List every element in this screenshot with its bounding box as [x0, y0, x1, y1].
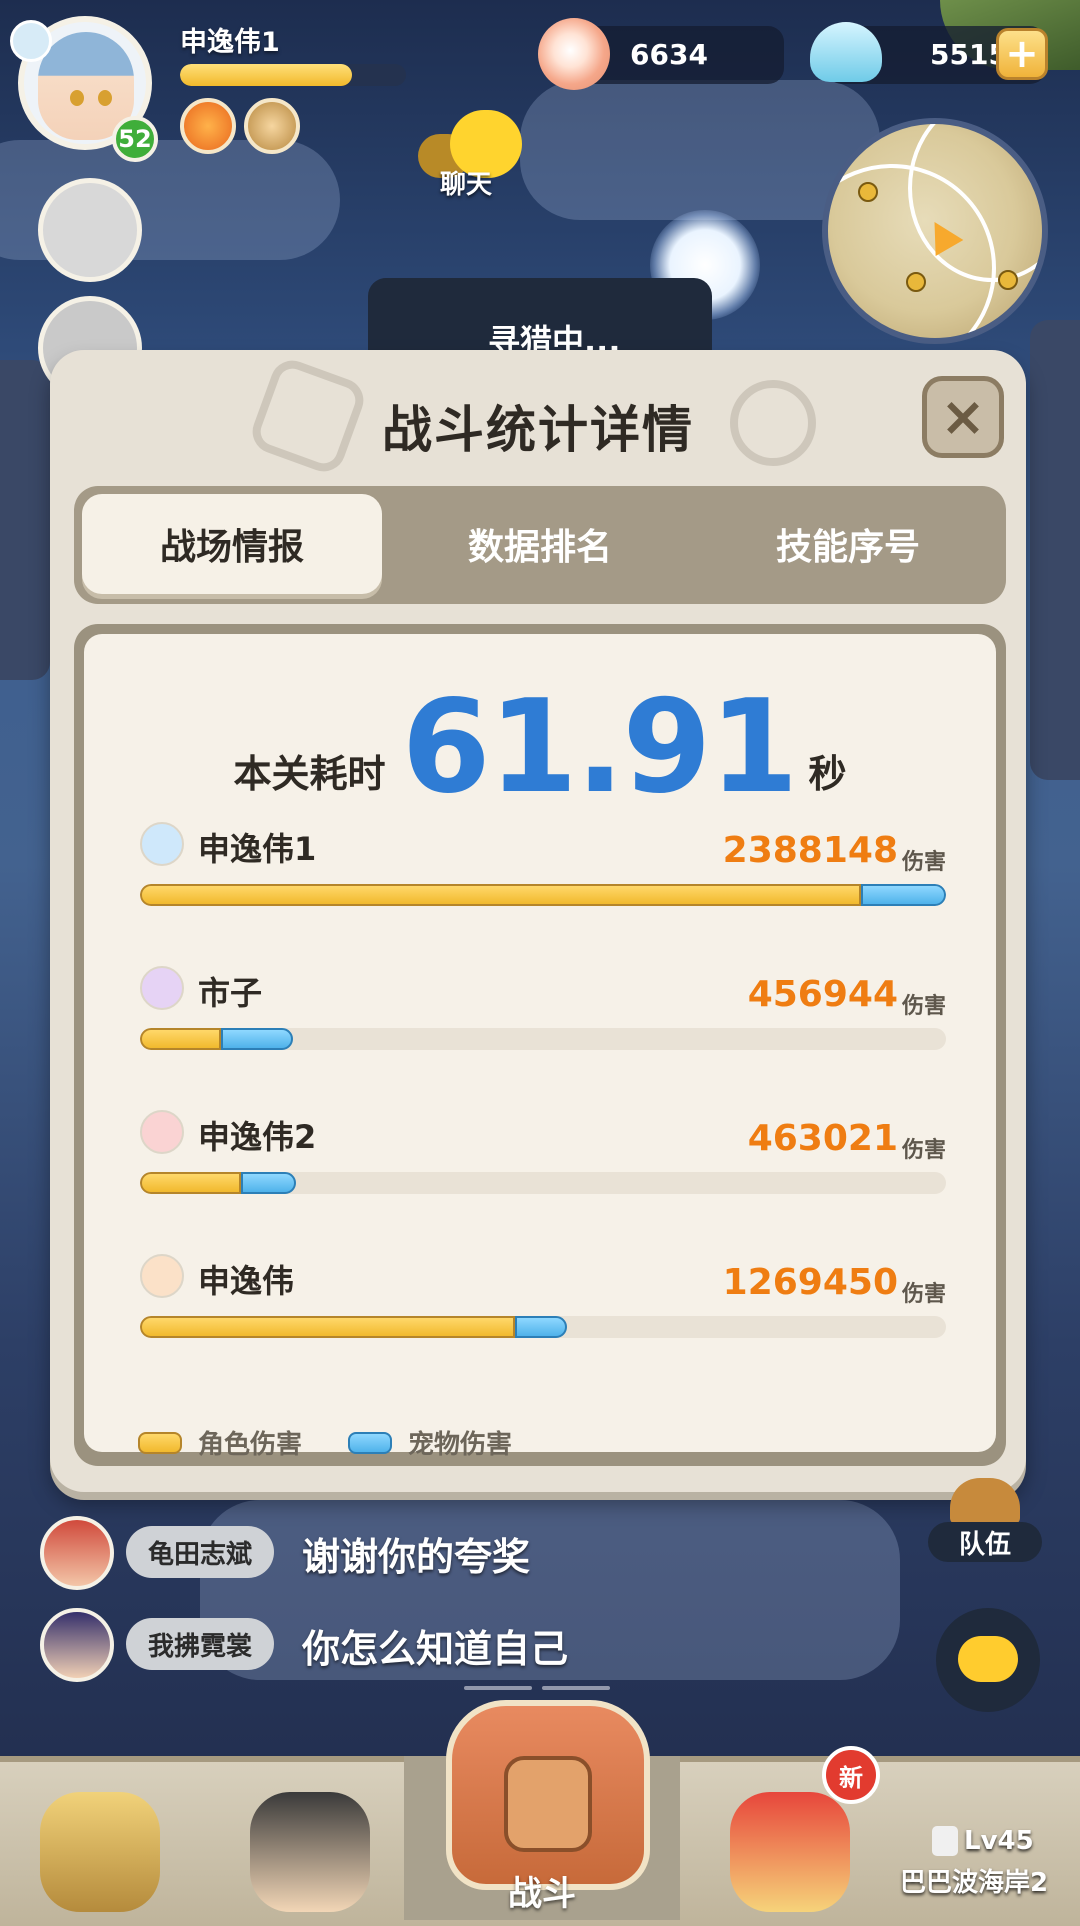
- role-damage-bar: [140, 1316, 515, 1338]
- player-name: 申逸伟: [198, 1262, 295, 1300]
- role-damage-legend-label: 角色伤害: [198, 1430, 303, 1460]
- speech-bubble-icon: [958, 1636, 1018, 1682]
- pet-damage-bar: [514, 1316, 568, 1338]
- tab-data-ranking[interactable]: 数据排名: [390, 494, 690, 594]
- exp-bar: [180, 64, 406, 86]
- avatar-eye: [98, 90, 112, 106]
- damage-bar: [140, 1316, 946, 1338]
- tab-battlefield-info[interactable]: 战场情报: [82, 494, 382, 594]
- player-damage-row: 申逸伟1 2388148 伤害: [140, 822, 946, 932]
- chat-user-name[interactable]: 我拂霓裳: [126, 1618, 275, 1670]
- pet-damage-legend-label: 宠物伤害: [408, 1430, 513, 1460]
- clear-time-value: 61.91: [401, 673, 799, 822]
- role-damage-bar: [140, 1028, 221, 1050]
- rock: [0, 360, 50, 680]
- page-indicator: [464, 1686, 532, 1690]
- battle-emblem-icon[interactable]: [446, 1700, 650, 1890]
- page-indicator: [542, 1686, 610, 1690]
- chat-user-avatar[interactable]: [40, 1516, 114, 1590]
- orb-icon: [140, 966, 184, 1010]
- tab-bar: 战场情报 数据排名 技能序号: [74, 486, 1006, 604]
- chat-button[interactable]: 聊天: [418, 108, 528, 200]
- clear-time-label: 本关耗时: [233, 752, 386, 796]
- chat-button-label: 聊天: [440, 170, 493, 200]
- chat-user-avatar[interactable]: [40, 1608, 114, 1682]
- close-button[interactable]: ×: [922, 376, 1004, 458]
- team-button[interactable]: 队伍: [928, 1478, 1042, 1562]
- player-damage-row: 申逸伟2 463021 伤害: [140, 1110, 946, 1220]
- team-icon: [950, 1478, 1020, 1524]
- battle-nav-label[interactable]: 战斗: [404, 1866, 680, 1915]
- chat-message-text: 你怎么知道自己: [302, 1627, 569, 1671]
- exp-bar-fill: [180, 64, 352, 86]
- role-damage-swatch: [138, 1431, 182, 1454]
- hunting-status-banner: 寻猎中...: [368, 278, 712, 360]
- nav-item-character[interactable]: [0, 1762, 200, 1926]
- damage-legend: 角色伤害 宠物伤害: [138, 1424, 558, 1461]
- nav-item-hero[interactable]: [210, 1762, 410, 1926]
- damage-unit: 伤害: [901, 1138, 946, 1163]
- player-name: 申逸伟2: [198, 1118, 317, 1156]
- player-name: 申逸伟1: [198, 830, 317, 868]
- quick-chat-button[interactable]: [936, 1608, 1040, 1712]
- avatar-eye: [70, 90, 84, 106]
- buff-icon[interactable]: [244, 98, 300, 154]
- role-damage-bar: [140, 884, 862, 906]
- rock: [1030, 320, 1080, 780]
- damage-bar: [140, 1172, 946, 1194]
- role-damage-bar: [140, 1172, 241, 1194]
- map-marker-icon: [906, 272, 926, 292]
- stats-panel: 本关耗时 61.91 秒 申逸伟1 2388148 伤害 市子 456944 伤…: [74, 624, 1006, 1466]
- dialog-title: 战斗统计详情: [382, 401, 694, 459]
- sword-icon: [140, 822, 184, 866]
- player-damage-row: 申逸伟 1269450 伤害: [140, 1254, 946, 1364]
- player-name: 市子: [198, 974, 263, 1012]
- new-badge: 新: [822, 1746, 880, 1804]
- locked-map-area[interactable]: Lv45 巴巴波海岸2: [890, 1770, 1080, 1920]
- player-damage-row: 市子 456944 伤害: [140, 966, 946, 1076]
- damage-unit: 伤害: [901, 1282, 946, 1307]
- team-button-label: 队伍: [928, 1522, 1042, 1562]
- map-marker-icon: [998, 270, 1018, 290]
- clear-time: 本关耗时 61.91 秒: [84, 684, 996, 812]
- add-currency-button[interactable]: +: [996, 28, 1048, 80]
- damage-bar: [140, 1028, 946, 1050]
- damage-value: 463021: [747, 1118, 898, 1159]
- pet-dino-icon: [730, 1792, 850, 1912]
- stats-panel-body: 本关耗时 61.91 秒 申逸伟1 2388148 伤害 市子 456944 伤…: [84, 634, 996, 1460]
- flame-icon: [140, 1254, 184, 1298]
- chat-message-text: 谢谢你的夸奖: [302, 1535, 531, 1579]
- pet-damage-bar: [220, 1028, 294, 1050]
- pet-damage-bar: [240, 1172, 296, 1194]
- hero-icon: [250, 1792, 370, 1912]
- player-level-badge: 52: [112, 116, 158, 162]
- map-marker-icon: [858, 182, 878, 202]
- map-location-name: 巴巴波海岸2: [900, 1868, 1049, 1898]
- character-icon: [40, 1792, 160, 1912]
- pearl-icon: [538, 18, 610, 90]
- damage-unit: 伤害: [901, 994, 946, 1019]
- minimap[interactable]: [822, 118, 1048, 344]
- unlock-level: Lv45: [964, 1826, 1034, 1856]
- lock-icon: [932, 1826, 958, 1856]
- pet-damage-swatch: [348, 1431, 393, 1454]
- tab-skill-order[interactable]: 技能序号: [698, 494, 998, 594]
- totem-mask-icon: [504, 1756, 592, 1852]
- teammate-avatar[interactable]: [38, 178, 142, 282]
- pet-damage-bar: [861, 884, 946, 906]
- damage-unit: 伤害: [901, 850, 946, 875]
- chat-user-name[interactable]: 龟田志斌: [126, 1526, 275, 1578]
- clear-time-unit: 秒: [808, 752, 847, 796]
- battle-stats-dialog: 战斗统计详情 × 战场情报 数据排名 技能序号 本关耗时 61.91 秒 申逸伟…: [50, 350, 1026, 1492]
- buff-icon[interactable]: [180, 98, 236, 154]
- damage-value: 2388148: [722, 830, 898, 871]
- damage-value: 1269450: [722, 1262, 898, 1303]
- class-sword-icon: [10, 20, 52, 62]
- damage-bar: [140, 884, 946, 906]
- damage-value: 456944: [747, 974, 898, 1015]
- pearl-amount: 6634: [630, 38, 708, 71]
- player-name: 申逸伟1: [180, 27, 280, 58]
- target-icon: [140, 1110, 184, 1154]
